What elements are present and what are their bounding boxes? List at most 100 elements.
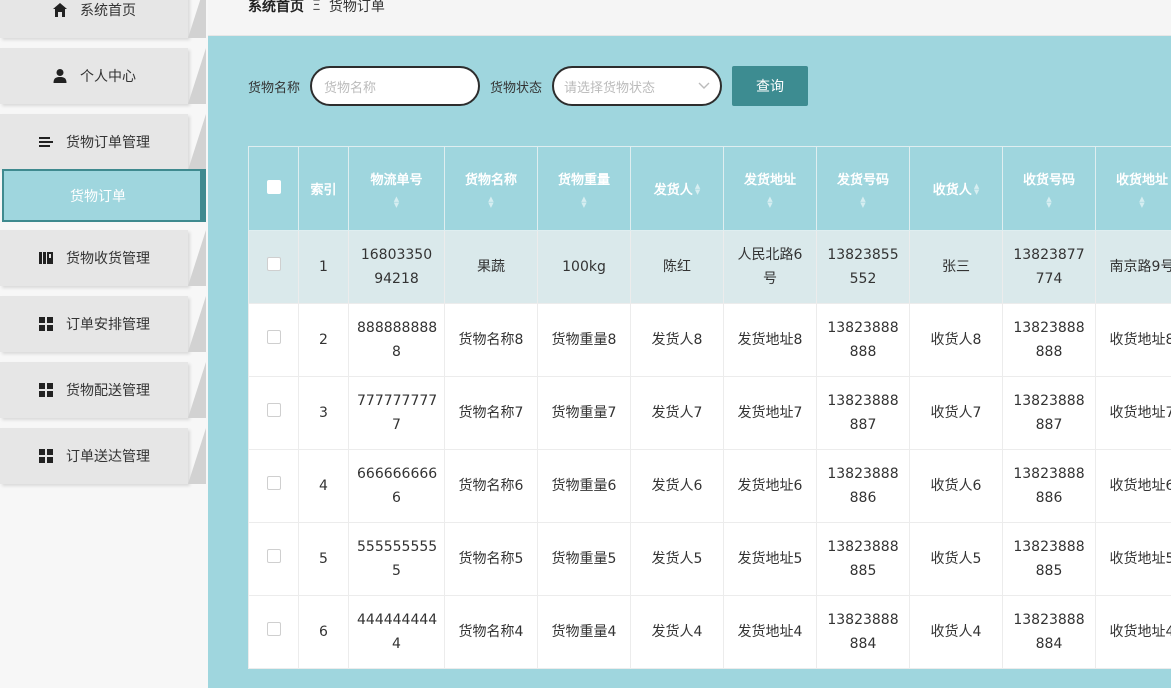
column-header[interactable]: 发货号码 ▲ ▼ (816, 146, 910, 231)
sort-icon: ▲ ▼ (1139, 195, 1145, 209)
sidebar-item-cargo-delivery-mgmt[interactable]: 货物配送管理 (0, 362, 208, 420)
breadcrumb: 系统首页 Ξ 货物订单 (248, 0, 385, 16)
table-cell: 777777777 7 (348, 376, 445, 450)
table-cell: 16803350 94218 (348, 230, 445, 304)
table-cell: 收货人4 (909, 595, 1003, 669)
table-row[interactable]: 4 666666666 6 货物名称6 货物重量6 发货人6 发货地址6 13823888 88… (248, 449, 1171, 523)
sort-icon: ▲ ▼ (393, 195, 400, 209)
table-header-row: 索引 物流单号 ▲ ▼ 货物名称 ▲ ▼ 货物重量 ▲ ▼ 发货人 ▲ ▼ 发货地址 ▲ ▼ 发货号… (248, 146, 1171, 231)
column-header[interactable]: 收货人 ▲ ▼ (909, 146, 1003, 231)
column-header[interactable]: 发货地址 ▲ ▼ (723, 146, 817, 231)
sidebar-item-label: 个人中心 (80, 69, 136, 85)
table-cell: 13823888 884 (1002, 595, 1096, 669)
breadcrumb-home-link[interactable]: 系统首页 (248, 0, 304, 16)
sidebar-item-home[interactable]: 系统首页 (0, 0, 208, 40)
select-all-checkbox[interactable] (248, 146, 299, 231)
column-header[interactable]: 货物名称 ▲ ▼ (444, 146, 538, 231)
table-row[interactable]: 6 444444444 4 货物名称4 货物重量4 发货人4 发货地址4 13823888 88… (248, 595, 1171, 669)
table-cell: 888888888 8 (348, 303, 445, 377)
sidebar-item-order-arrange-mgmt[interactable]: 订单安排管理 (0, 296, 208, 354)
cargo-name-placeholder: 货物名称 (324, 80, 377, 96)
table-cell: 13823888 888 (816, 303, 910, 377)
table-cell: 13823888 886 (1002, 449, 1096, 523)
list-icon (38, 134, 54, 150)
breadcrumb-current: 货物订单 (328, 0, 385, 15)
table-cell: 收货人7 (909, 376, 1003, 450)
sidebar: 系统首页 个人中心 货物订单管理 货物订单 货物收货管理 订单安排管理 货物配送… (0, 0, 208, 688)
sidebar-item-order-arrival-mgmt[interactable]: 订单送达管理 (0, 428, 208, 486)
column-header[interactable]: 收货地址 ▲ ▼ (1095, 146, 1171, 231)
table-cell: 货物名称7 (444, 376, 538, 450)
row-checkbox[interactable] (248, 595, 299, 669)
table-cell: 收货人8 (909, 303, 1003, 377)
table-row[interactable]: 5 555555555 5 货物名称5 货物重量5 发货人5 发货地址5 13823888 88… (248, 522, 1171, 596)
table-cell: 发货地址4 (723, 595, 817, 669)
table-row[interactable]: 2 888888888 8 货物名称8 货物重量8 发货人8 发货地址8 13823888 88… (248, 303, 1171, 377)
sidebar-item-cargo-order-mgmt[interactable]: 货物订单管理 (0, 114, 208, 172)
row-checkbox[interactable] (248, 449, 299, 523)
sidebar-item-label: 货物配送管理 (66, 383, 150, 399)
table-cell: 货物名称8 (444, 303, 538, 377)
table-cell: 收货地址6 (1095, 449, 1171, 523)
sidebar-item-label: 订单安排管理 (66, 317, 150, 333)
table-cell: 13823888 884 (816, 595, 910, 669)
chevron-down-icon (698, 79, 710, 94)
row-checkbox[interactable] (248, 376, 299, 450)
table-cell: 发货地址8 (723, 303, 817, 377)
grid-icon (38, 382, 54, 398)
table-cell: 货物名称5 (444, 522, 538, 596)
sidebar-item-cargo-receipt-mgmt[interactable]: 货物收货管理 (0, 230, 208, 288)
table-cell: 果蔬 (444, 230, 538, 304)
table-row[interactable]: 3 777777777 7 货物名称7 货物重量7 发货人7 发货地址7 13823888 88… (248, 376, 1171, 450)
table-cell: 收货地址7 (1095, 376, 1171, 450)
row-checkbox[interactable] (248, 230, 299, 304)
column-header[interactable]: 物流单号 ▲ ▼ (348, 146, 445, 231)
table-row[interactable]: 1 16803350 94218 果蔬 100kg 陈红 人民北路6 号 13823855 552… (248, 230, 1171, 304)
row-checkbox[interactable] (248, 303, 299, 377)
table-cell: 13823888 886 (816, 449, 910, 523)
table-cell: 货物名称6 (444, 449, 538, 523)
sidebar-item-profile[interactable]: 个人中心 (0, 48, 208, 106)
table-cell: 13823888 885 (816, 522, 910, 596)
submenu-item-cargo-order[interactable]: 货物订单 (2, 169, 206, 222)
row-checkbox[interactable] (248, 522, 299, 596)
table-cell: 张三 (909, 230, 1003, 304)
column-header[interactable]: 收货号码 ▲ ▼ (1002, 146, 1096, 231)
sidebar-item-label: 货物收货管理 (66, 251, 150, 267)
book-icon (38, 250, 54, 266)
table-cell: 发货人6 (630, 449, 724, 523)
table-cell: 陈红 (630, 230, 724, 304)
table-cell: 收货人5 (909, 522, 1003, 596)
cargo-name-input[interactable]: 货物名称 (310, 66, 481, 106)
table-cell: 收货人6 (909, 449, 1003, 523)
table-cell: 人民北路6 号 (723, 230, 817, 304)
table-cell: 收货地址4 (1095, 595, 1171, 669)
table-cell: 2 (298, 303, 349, 377)
grid-icon (38, 448, 54, 464)
cargo-status-select[interactable]: 请选择货物状态 (552, 66, 723, 106)
table-cell: 货物名称4 (444, 595, 538, 669)
table-cell: 100kg (537, 230, 631, 304)
table-cell: 13823888 887 (816, 376, 910, 450)
table-cell: 货物重量8 (537, 303, 631, 377)
cargo-status-label: 货物状态 (490, 80, 543, 96)
column-header[interactable]: 发货人 ▲ ▼ (630, 146, 724, 231)
sort-icon: ▲ ▼ (581, 195, 587, 209)
table-cell: 3 (298, 376, 349, 450)
sidebar-item-label: 货物订单管理 (66, 135, 150, 151)
sort-icon: ▲ ▼ (860, 195, 866, 209)
table-cell: 发货人7 (630, 376, 724, 450)
table-cell: 货物重量4 (537, 595, 631, 669)
table-cell: 13823888 887 (1002, 376, 1096, 450)
sort-icon: ▲ ▼ (488, 195, 494, 209)
column-header[interactable]: 货物重量 ▲ ▼ (537, 146, 631, 231)
table-cell: 收货地址8 (1095, 303, 1171, 377)
table-cell: 5 (298, 522, 349, 596)
table-cell: 13823888 885 (1002, 522, 1096, 596)
breadcrumb-bar: 系统首页 Ξ 货物订单 (208, 0, 1171, 36)
table-cell: 13823877 774 (1002, 230, 1096, 304)
sidebar-item-label: 系统首页 (80, 3, 136, 19)
search-button[interactable]: 查询 (732, 66, 809, 106)
table-cell: 南京路9号 (1095, 230, 1171, 304)
table-cell: 发货人5 (630, 522, 724, 596)
